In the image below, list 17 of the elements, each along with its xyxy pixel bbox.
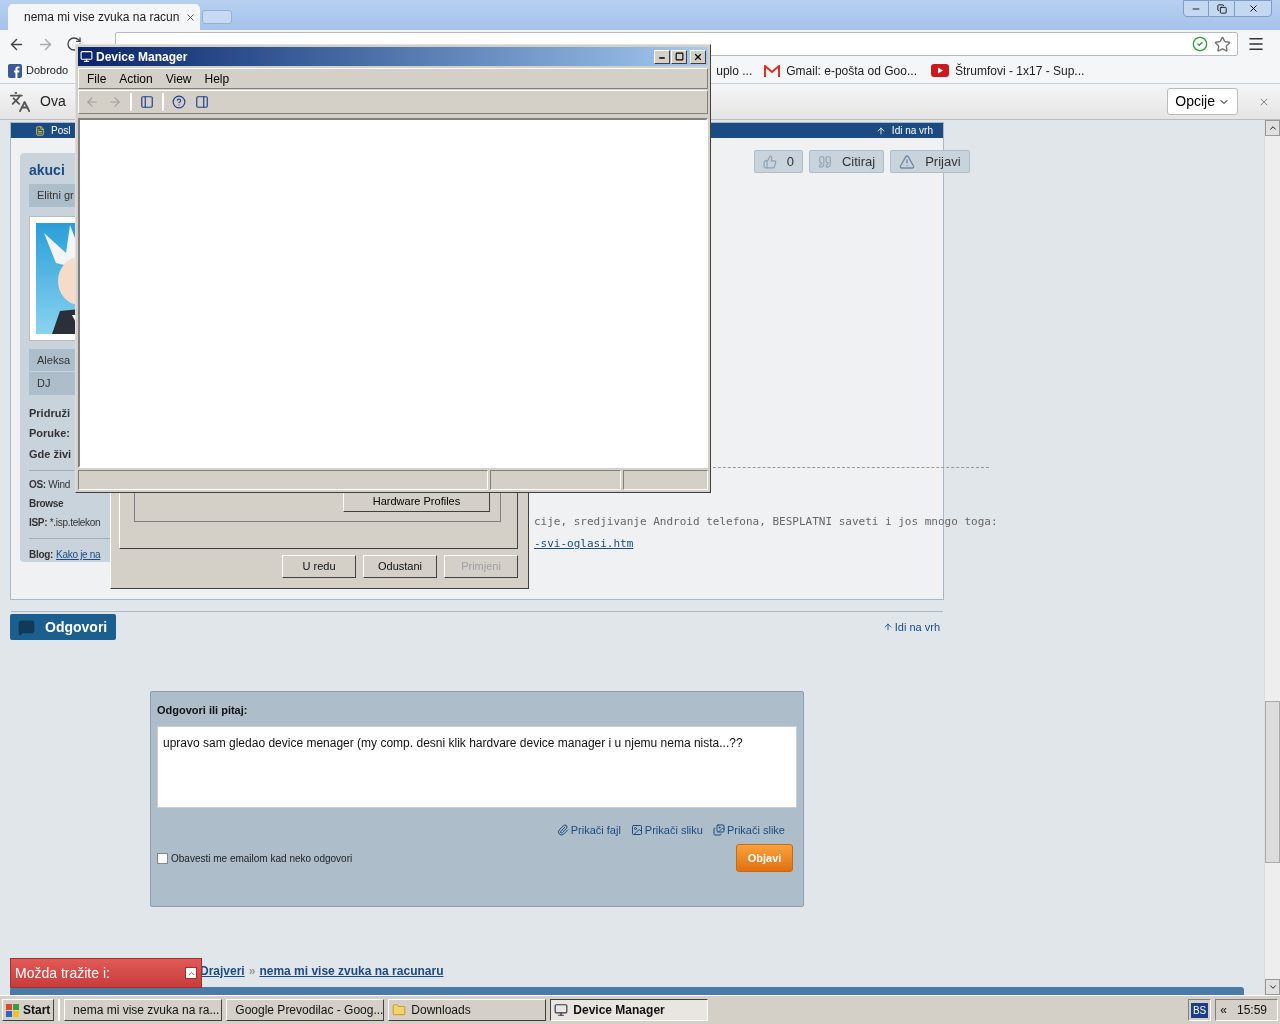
user-stat-label: Poruke: — [29, 426, 71, 441]
suggestion-title: Možda tražite i: — [15, 963, 110, 983]
signature-text: cije, sredjivanje Android telefona, BESPLATNI saveti i jos mnogo toga: — [534, 514, 998, 530]
breadcrumb-separator: » — [248, 963, 256, 980]
user-stat-label: Pridruži — [29, 405, 71, 421]
window-title: Device Manager — [96, 48, 188, 66]
user-stat-label: Gde živi — [29, 446, 72, 462]
clock: 15:59 — [1236, 1002, 1267, 1019]
translate-message: Ova — [40, 92, 66, 111]
user-system-info: Browse — [29, 497, 64, 511]
user-system-info: OS: Wind — [29, 478, 70, 492]
notify-label: Obavesti me emailom kad neko odgovori — [171, 852, 353, 866]
user-system-info: ISP: *.isp.telekon — [29, 516, 101, 530]
tab-title: nema mi vise zvuka na racun — [24, 9, 180, 26]
user-blog-label: Blog: — [29, 548, 54, 562]
post-header-label: Posl — [51, 124, 71, 138]
reply-form-label: Odgovori ili pitaj: — [157, 703, 249, 718]
